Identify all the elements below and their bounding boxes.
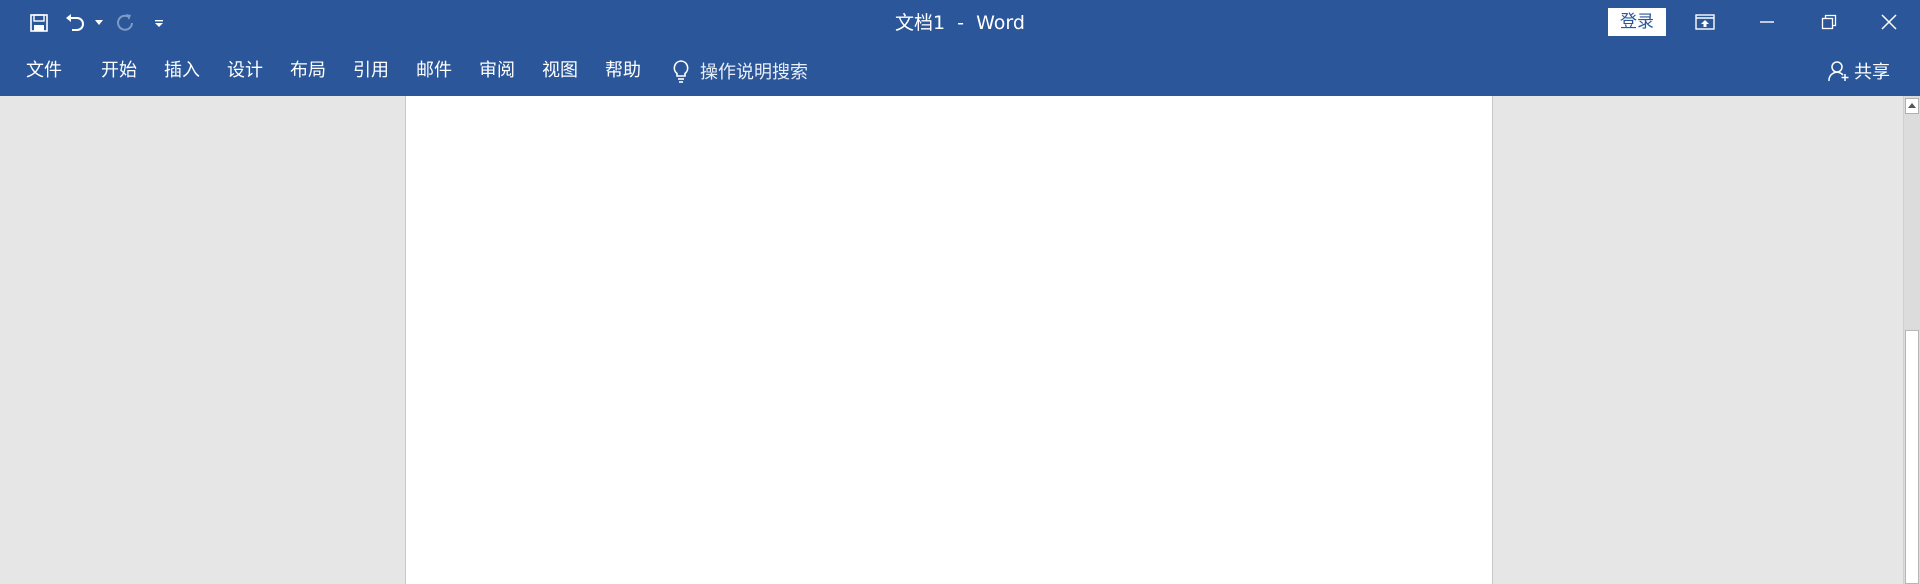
tab-insert[interactable]: 插入 bbox=[164, 46, 200, 96]
login-button[interactable]: 登录 bbox=[1608, 8, 1666, 36]
vertical-scrollbar[interactable] bbox=[1903, 96, 1920, 584]
ribbon-tab-bar: 文件 开始 插入 设计 布局 引用 邮件 审阅 视图 帮助 操作说明搜索 共享 bbox=[0, 46, 1920, 96]
word-window: 文档1 - Word 登录 文件 开始 插入 设计 布局 引用 邮件 审阅 视图… bbox=[0, 0, 1920, 584]
close-button[interactable] bbox=[1858, 0, 1920, 44]
redo-icon bbox=[117, 14, 133, 31]
close-icon bbox=[1881, 14, 1897, 30]
save-button[interactable] bbox=[22, 6, 56, 40]
document-page[interactable] bbox=[405, 96, 1493, 584]
window-title: 文档1 - Word bbox=[895, 12, 1025, 34]
minimize-button[interactable] bbox=[1736, 0, 1798, 44]
ribbon-display-options-icon bbox=[1695, 14, 1715, 30]
ribbon-display-options-button[interactable] bbox=[1674, 0, 1736, 44]
quick-access-toolbar bbox=[22, 6, 176, 40]
save-icon bbox=[30, 14, 48, 32]
scroll-up-button[interactable] bbox=[1905, 98, 1919, 114]
title-bar: 文档1 - Word 登录 bbox=[0, 0, 1920, 46]
tab-mailings[interactable]: 邮件 bbox=[416, 46, 452, 96]
undo-button[interactable] bbox=[58, 6, 92, 40]
customize-qat-button[interactable] bbox=[144, 6, 174, 40]
share-person-icon bbox=[1828, 60, 1850, 82]
restore-icon bbox=[1821, 14, 1837, 30]
share-button[interactable]: 共享 bbox=[1828, 46, 1890, 96]
tell-me-label: 操作说明搜索 bbox=[700, 62, 808, 83]
chevron-down-icon bbox=[95, 20, 103, 25]
minimize-icon bbox=[1760, 21, 1774, 23]
tab-home[interactable]: 开始 bbox=[101, 46, 137, 96]
restore-button[interactable] bbox=[1798, 0, 1860, 44]
share-label: 共享 bbox=[1854, 62, 1890, 83]
scroll-thumb[interactable] bbox=[1905, 330, 1919, 584]
lightbulb-icon bbox=[672, 59, 690, 83]
customize-qat-icon bbox=[155, 20, 163, 27]
tab-view[interactable]: 视图 bbox=[542, 46, 578, 96]
tab-file[interactable]: 文件 bbox=[26, 46, 62, 96]
undo-icon bbox=[66, 14, 84, 31]
tab-references[interactable]: 引用 bbox=[353, 46, 389, 96]
undo-dropdown-button[interactable] bbox=[94, 6, 104, 40]
scroll-up-arrow-icon bbox=[1908, 103, 1916, 108]
tab-review[interactable]: 审阅 bbox=[479, 46, 515, 96]
redo-button[interactable] bbox=[108, 6, 142, 40]
document-workspace bbox=[0, 96, 1903, 584]
tab-layout[interactable]: 布局 bbox=[290, 46, 326, 96]
tab-design[interactable]: 设计 bbox=[227, 46, 263, 96]
tell-me-search[interactable]: 操作说明搜索 bbox=[672, 46, 808, 96]
tab-help[interactable]: 帮助 bbox=[605, 46, 641, 96]
